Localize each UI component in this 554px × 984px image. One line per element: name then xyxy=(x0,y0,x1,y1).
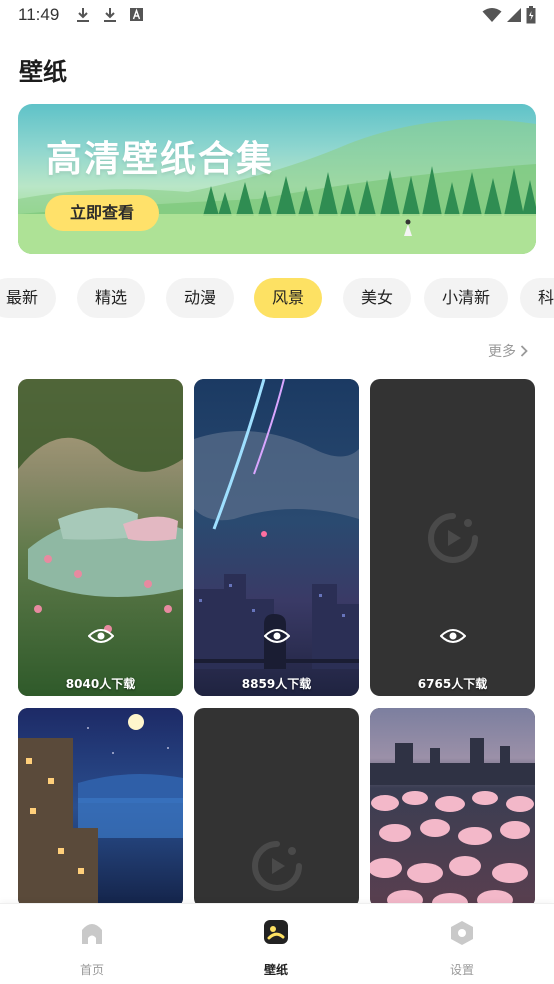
more-link[interactable]: 更多 xyxy=(488,341,528,361)
download-count: 6765人下载 xyxy=(417,677,488,691)
loading-placeholder-icon xyxy=(427,512,478,563)
eye-icon xyxy=(263,629,290,643)
promo-banner[interactable]: 高清壁纸合集 立即查看 xyxy=(18,104,536,254)
wallpaper-card[interactable]: 6765人下载 xyxy=(370,379,535,696)
nav-wallpaper-label: 壁纸 xyxy=(263,963,288,977)
nav-home[interactable]: 首页 xyxy=(32,904,152,984)
loading-placeholder-icon xyxy=(251,841,302,891)
category-tabs: 最新 精选 动漫 风景 美女 小清新 科 xyxy=(0,278,554,318)
nav-home-label: 首页 xyxy=(79,963,104,977)
wallpaper-thumbnail xyxy=(370,708,535,908)
more-label: 更多 xyxy=(488,344,516,360)
download-icon xyxy=(104,8,116,22)
signal-icon xyxy=(507,8,521,22)
category-tab[interactable]: 精选 xyxy=(77,278,145,318)
bottom-navigation: 首页 壁纸 设置 xyxy=(0,903,554,984)
wallpaper-card[interactable]: 8859人下载 xyxy=(194,379,359,696)
category-tab[interactable]: 美女 xyxy=(343,278,411,318)
status-bar: 11:49 xyxy=(0,0,554,30)
wallpaper-icon xyxy=(264,920,288,944)
category-tab[interactable]: 最新 xyxy=(0,278,56,318)
download-count: 8859人下载 xyxy=(241,677,312,691)
eye-icon xyxy=(439,629,466,643)
wallpaper-thumbnail xyxy=(18,708,183,908)
home-icon xyxy=(82,924,102,944)
nav-wallpaper[interactable]: 壁纸 xyxy=(216,904,336,984)
wifi-icon xyxy=(482,8,502,22)
wallpaper-card[interactable] xyxy=(370,708,535,908)
wallpaper-thumbnail xyxy=(194,379,359,696)
wallpaper-thumbnail xyxy=(18,379,183,696)
view-now-button[interactable]: 立即查看 xyxy=(45,195,159,231)
eye-icon xyxy=(87,629,114,643)
battery-icon xyxy=(526,6,536,24)
status-indicators xyxy=(482,6,536,24)
nav-settings-label: 设置 xyxy=(449,963,474,977)
notification-a-icon xyxy=(130,8,143,21)
nav-settings[interactable]: 设置 xyxy=(402,904,522,984)
status-time: 11:49 xyxy=(18,5,60,24)
chevron-right-icon xyxy=(520,345,528,357)
category-tab[interactable]: 小清新 xyxy=(424,278,508,318)
category-tab[interactable]: 动漫 xyxy=(166,278,234,318)
category-tab[interactable]: 科 xyxy=(520,278,554,318)
wallpaper-card[interactable]: 8040人下载 xyxy=(18,379,183,696)
banner-title: 高清壁纸合集 xyxy=(46,139,275,180)
download-count: 8040人下载 xyxy=(65,677,136,691)
page-title: 壁纸 xyxy=(19,58,67,86)
wallpaper-card[interactable] xyxy=(194,708,359,908)
category-tab-active[interactable]: 风景 xyxy=(254,278,322,318)
download-icon xyxy=(77,8,89,22)
wallpaper-card[interactable] xyxy=(18,708,183,908)
settings-icon xyxy=(451,921,473,945)
